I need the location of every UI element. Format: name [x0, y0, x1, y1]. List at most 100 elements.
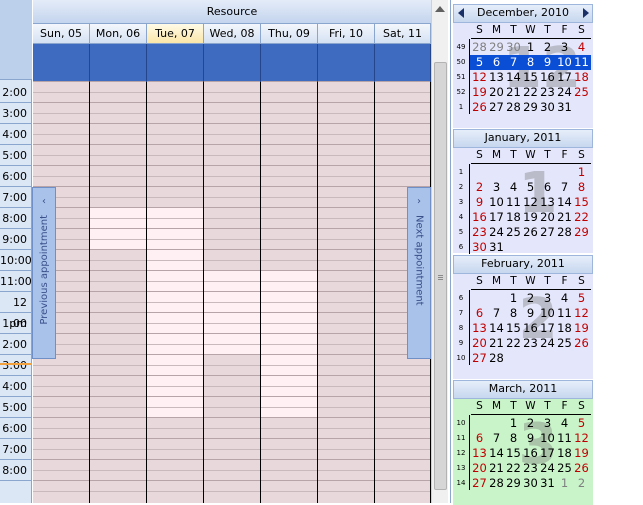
calendar-day[interactable]: 20: [539, 210, 556, 225]
calendar-day[interactable]: 25: [573, 85, 590, 100]
calendar-day[interactable]: 28: [488, 351, 505, 366]
calendar-day[interactable]: 23: [539, 85, 556, 100]
calendar-day[interactable]: 20: [471, 461, 488, 476]
calendar-day[interactable]: 18: [556, 321, 573, 336]
calendar-day[interactable]: 3: [488, 180, 505, 195]
calendar-day[interactable]: 30: [471, 240, 488, 255]
calendar-day[interactable]: 5: [522, 180, 539, 195]
calendar-day[interactable]: 5: [573, 416, 590, 431]
day-header-0[interactable]: Sun, 05: [33, 24, 90, 44]
calendar-day[interactable]: 15: [522, 70, 539, 85]
calendar-day[interactable]: 9: [522, 306, 539, 321]
calendar-day[interactable]: 1: [556, 476, 573, 491]
calendar-day[interactable]: 31: [539, 476, 556, 491]
calendar-day[interactable]: 6: [471, 306, 488, 321]
day-header-1[interactable]: Mon, 06: [90, 24, 147, 44]
calendar-day[interactable]: 12: [573, 306, 590, 321]
calendar-day[interactable]: 31: [488, 240, 505, 255]
calendar-day[interactable]: 27: [539, 225, 556, 240]
calendar-day[interactable]: 30: [522, 476, 539, 491]
calendar-day[interactable]: 16: [471, 210, 488, 225]
all-day-area[interactable]: [318, 44, 375, 82]
week-number[interactable]: 9: [453, 339, 469, 347]
calendar-day[interactable]: 17: [539, 321, 556, 336]
calendar-day[interactable]: 13: [488, 70, 505, 85]
day-column[interactable]: [318, 81, 375, 503]
calendar-day[interactable]: 4: [505, 180, 522, 195]
calendar-day[interactable]: 2: [539, 40, 556, 55]
calendar-day[interactable]: 5: [471, 55, 488, 70]
calendar-day[interactable]: 8: [573, 180, 590, 195]
calendar-day[interactable]: 10: [556, 55, 573, 70]
week-number[interactable]: 7: [453, 309, 469, 317]
calendar-day[interactable]: 11: [556, 431, 573, 446]
calendar-day[interactable]: 28: [505, 100, 522, 115]
calendar-day[interactable]: 22: [505, 461, 522, 476]
calendar-day[interactable]: 24: [539, 461, 556, 476]
calendar-day[interactable]: 8: [522, 55, 539, 70]
calendar-day[interactable]: 19: [573, 446, 590, 461]
calendar-day[interactable]: 2: [573, 476, 590, 491]
all-day-area[interactable]: [33, 44, 90, 82]
calendar-day[interactable]: 10: [539, 306, 556, 321]
calendar-day[interactable]: 17: [556, 70, 573, 85]
week-number[interactable]: 5: [453, 228, 469, 236]
calendar-day[interactable]: 28: [488, 476, 505, 491]
calendar-day[interactable]: 29: [522, 100, 539, 115]
calendar-day[interactable]: 26: [471, 100, 488, 115]
calendar-day[interactable]: 30: [539, 100, 556, 115]
calendar-day[interactable]: 23: [522, 461, 539, 476]
calendar-day[interactable]: 11: [573, 55, 590, 70]
calendar-day[interactable]: 8: [505, 306, 522, 321]
calendar-day[interactable]: 16: [539, 70, 556, 85]
day-header-5[interactable]: Fri, 10: [318, 24, 375, 44]
week-number[interactable]: 6: [453, 243, 469, 251]
calendar-day[interactable]: 3: [539, 416, 556, 431]
calendar-day[interactable]: 29: [488, 40, 505, 55]
calendar-day[interactable]: 27: [471, 351, 488, 366]
next-appointment-button[interactable]: › Next appointment: [407, 187, 431, 359]
calendar-day[interactable]: 1: [505, 291, 522, 306]
calendar-day[interactable]: 14: [488, 446, 505, 461]
calendar-day[interactable]: 26: [522, 225, 539, 240]
calendar-day[interactable]: 8: [505, 431, 522, 446]
week-number[interactable]: 2: [453, 183, 469, 191]
calendar-day[interactable]: 9: [471, 195, 488, 210]
calendar-day[interactable]: 17: [539, 446, 556, 461]
week-number[interactable]: 12: [453, 449, 469, 457]
week-number[interactable]: 8: [453, 324, 469, 332]
day-column[interactable]: [147, 81, 204, 503]
week-number[interactable]: 10: [453, 354, 469, 362]
calendar-day[interactable]: 24: [556, 85, 573, 100]
calendar-day[interactable]: 28: [556, 225, 573, 240]
calendar-day[interactable]: 6: [539, 180, 556, 195]
calendar-day[interactable]: 2: [522, 416, 539, 431]
calendar-day[interactable]: 15: [505, 446, 522, 461]
calendar-day[interactable]: 1: [522, 40, 539, 55]
week-number[interactable]: 4: [453, 213, 469, 221]
scroll-thumb[interactable]: [434, 62, 447, 490]
day-header-2[interactable]: Tue, 07: [147, 24, 204, 44]
all-day-area[interactable]: [261, 44, 318, 82]
calendar-day[interactable]: 22: [573, 210, 590, 225]
day-column[interactable]: [261, 81, 318, 503]
calendar-day[interactable]: 12: [471, 70, 488, 85]
calendar-day[interactable]: 11: [505, 195, 522, 210]
week-number[interactable]: 6: [453, 294, 469, 302]
calendar-day[interactable]: 16: [522, 446, 539, 461]
calendar-day[interactable]: 7: [505, 55, 522, 70]
calendar-day[interactable]: 13: [471, 321, 488, 336]
week-number[interactable]: 1: [453, 168, 469, 176]
calendar-day[interactable]: 27: [488, 100, 505, 115]
week-number[interactable]: 3: [453, 198, 469, 206]
previous-appointment-button[interactable]: ‹ Previous appointment: [32, 187, 56, 359]
calendar-day[interactable]: 29: [505, 476, 522, 491]
day-header-4[interactable]: Thu, 09: [261, 24, 318, 44]
calendar-day[interactable]: 18: [573, 70, 590, 85]
calendar-day[interactable]: 7: [556, 180, 573, 195]
calendar-day[interactable]: 4: [556, 416, 573, 431]
calendar-day[interactable]: 19: [471, 85, 488, 100]
calendar-day[interactable]: 9: [522, 431, 539, 446]
month-title[interactable]: January, 2011: [453, 129, 593, 148]
day-header-3[interactable]: Wed, 08: [204, 24, 261, 44]
